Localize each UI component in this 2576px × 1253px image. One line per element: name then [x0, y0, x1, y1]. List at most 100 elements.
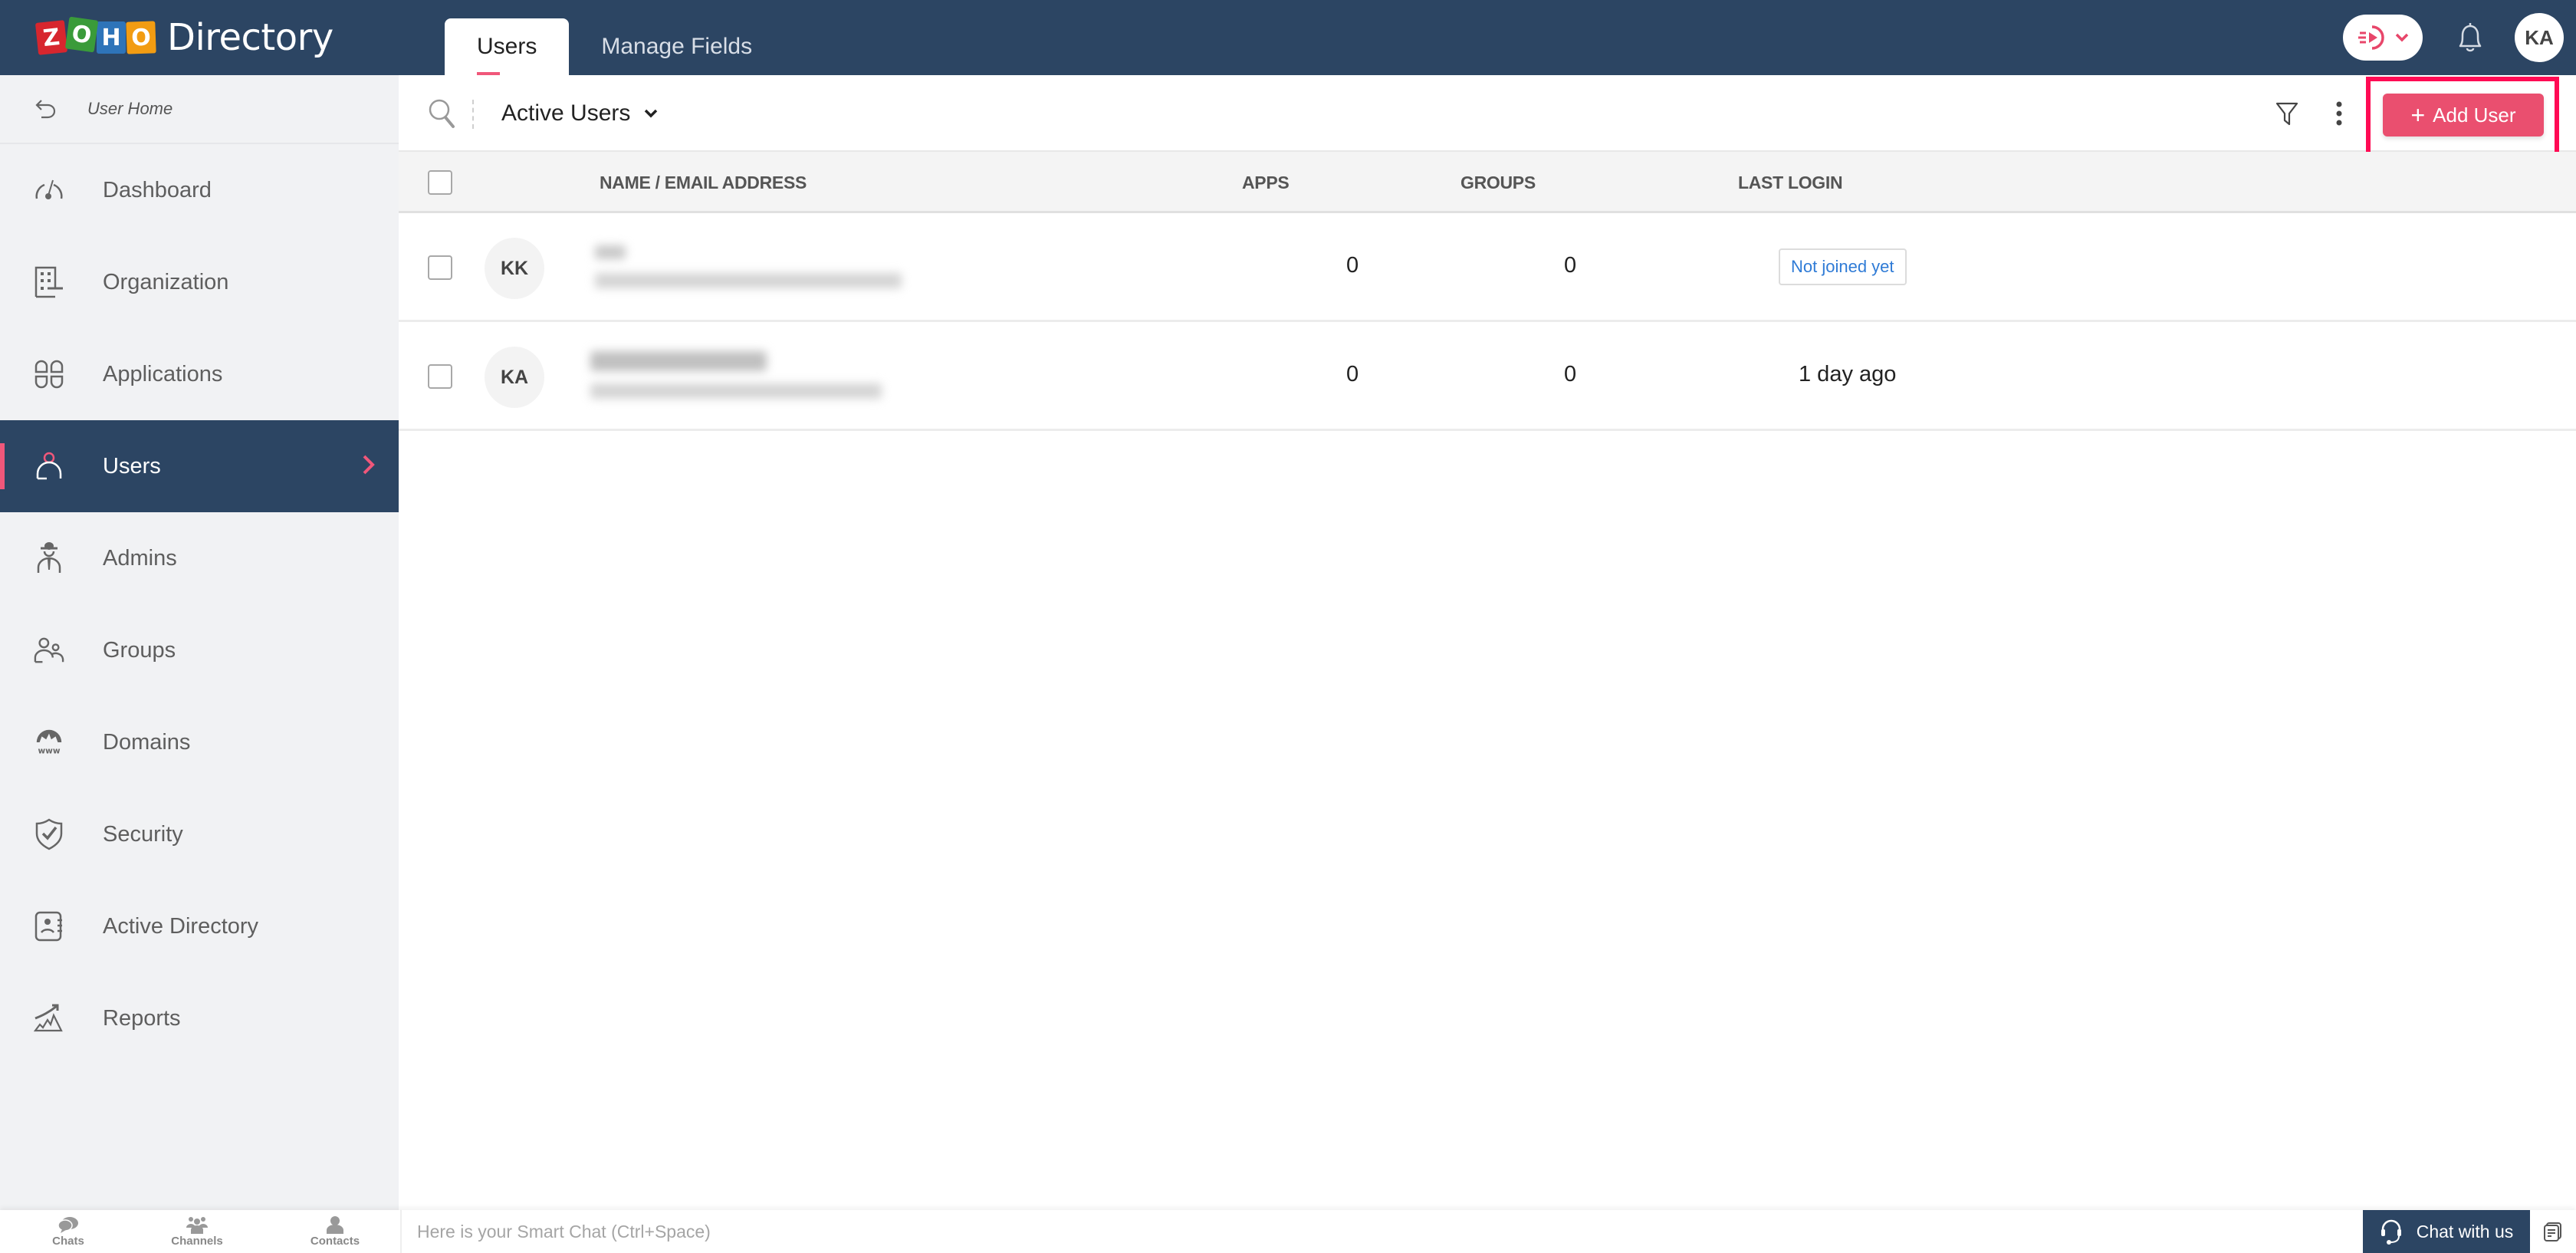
table-header: NAME / EMAIL ADDRESS APPS GROUPS LAST LO… [399, 152, 2576, 213]
sidebar-item-domains[interactable]: www Domains [0, 696, 399, 788]
bottombar-chats[interactable]: Chats [0, 1210, 136, 1253]
toolbar-divider [472, 100, 474, 129]
groups-count: 0 [1564, 362, 1577, 386]
avatar: KK [485, 238, 544, 299]
apps-grid-icon [34, 359, 64, 390]
logo-letter: O [126, 21, 156, 54]
user-home-link[interactable]: User Home [0, 75, 399, 144]
tab-users[interactable]: Users [445, 18, 570, 75]
apps-count: 0 [1346, 253, 1359, 278]
search-icon[interactable] [428, 98, 457, 129]
sidebar-item-reports[interactable]: Reports [0, 972, 399, 1064]
user-icon [34, 451, 64, 482]
bottombar-channels[interactable]: Channels [129, 1210, 265, 1253]
bottombar-label: Chats [52, 1235, 84, 1248]
sidebar-item-organization[interactable]: Organization [0, 236, 399, 328]
user-avatar[interactable]: KA [2515, 13, 2564, 62]
filter-icon[interactable] [2275, 101, 2298, 127]
timer-button[interactable] [2343, 15, 2423, 61]
shield-check-icon [34, 818, 64, 850]
sidebar-item-active-directory[interactable]: Active Directory [0, 880, 399, 972]
groups-count: 0 [1564, 253, 1577, 278]
group-icon [34, 635, 64, 666]
sidebar-item-label: Dashboard [103, 177, 212, 202]
main-content: Active Users + Add User NAME / EMAIL ADD… [399, 75, 2576, 1210]
avatar: KA [485, 347, 544, 408]
select-all-cell [428, 152, 452, 213]
chevron-down-icon [2395, 33, 2409, 42]
chat-with-us-button[interactable]: Chat with us [2363, 1210, 2530, 1253]
row-checkbox[interactable] [428, 255, 452, 280]
table-row[interactable]: KK 0 0 Not joined yet [399, 213, 2576, 322]
notes-icon[interactable] [2542, 1221, 2564, 1242]
column-header-apps[interactable]: APPS [1242, 152, 1290, 213]
chat-bubbles-icon [58, 1217, 78, 1233]
sidebar-item-label: Admins [103, 545, 177, 571]
sidebar-item-label: Security [103, 821, 183, 847]
list-toolbar: Active Users + Add User [399, 75, 2576, 157]
zoho-directory-logo[interactable]: Z O H O Directory [34, 14, 334, 61]
building-icon [34, 266, 64, 298]
notifications-button[interactable] [2447, 15, 2493, 61]
back-arrow-icon [35, 100, 56, 119]
chat-with-us-label: Chat with us [2416, 1221, 2514, 1241]
sidebar-item-label: Reports [103, 1005, 181, 1031]
top-header: Z O H O Directory Users Manage Fields KA [0, 0, 2576, 75]
zoho-logo-icon: Z O H O [34, 16, 156, 55]
sidebar-item-label: Groups [103, 637, 176, 663]
user-name-redacted [595, 245, 626, 259]
sidebar-item-users[interactable]: Users [0, 420, 399, 512]
status-badge: Not joined yet [1779, 248, 1907, 285]
sidebar-item-label: Users [103, 453, 161, 479]
sidebar-item-applications[interactable]: Applications [0, 328, 399, 420]
chart-trend-icon [34, 1003, 64, 1034]
sidebar-item-security[interactable]: Security [0, 788, 399, 880]
chevron-right-icon [363, 455, 375, 475]
sidebar-item-admins[interactable]: Admins [0, 512, 399, 604]
add-user-label: Add User [2433, 103, 2516, 127]
sidebar-item-groups[interactable]: Groups [0, 604, 399, 696]
plus-icon: + [2410, 100, 2426, 129]
sidebar-item-label: Active Directory [103, 913, 259, 939]
column-header-name[interactable]: NAME / EMAIL ADDRESS [600, 152, 807, 213]
column-header-last-login[interactable]: LAST LOGIN [1738, 152, 1843, 213]
product-name: Directory [167, 16, 334, 59]
bottombar-label: Contacts [310, 1235, 360, 1248]
tab-manage-fields[interactable]: Manage Fields [569, 18, 784, 75]
sidebar-item-label: Organization [103, 269, 229, 294]
sidebar-item-label: Domains [103, 729, 191, 755]
view-filter-dropdown[interactable]: Active Users [501, 95, 658, 132]
column-header-groups[interactable]: GROUPS [1460, 152, 1536, 213]
select-all-checkbox[interactable] [428, 170, 452, 195]
play-timer-icon [2358, 25, 2384, 50]
speedometer-icon [34, 175, 64, 206]
table-row[interactable]: KA 0 0 1 day ago [399, 322, 2576, 431]
apps-count: 0 [1346, 362, 1359, 386]
last-login-value: 1 day ago [1799, 362, 1897, 386]
bottom-chat-bar: Chats Channels Contacts Here is your Sma… [0, 1210, 2576, 1253]
contact-card-icon [34, 911, 64, 942]
channels-icon [186, 1217, 208, 1234]
user-email-redacted [590, 383, 882, 399]
admin-icon [34, 542, 64, 574]
user-name-redacted [590, 351, 767, 371]
sidebar: User Home Dashboard Organization Applica… [0, 75, 399, 1210]
header-actions: KA [2343, 0, 2576, 75]
logo-letter: H [97, 21, 126, 54]
chevron-down-icon [645, 109, 658, 118]
svg-text:www: www [38, 746, 60, 755]
row-checkbox[interactable] [428, 364, 452, 389]
globe-www-icon: www [34, 727, 64, 758]
bottombar-contacts[interactable]: Contacts [267, 1210, 403, 1253]
bell-icon [2459, 23, 2482, 52]
headset-icon [2380, 1219, 2401, 1245]
bottombar-label: Channels [171, 1235, 223, 1248]
contact-icon [327, 1216, 343, 1234]
smart-chat-input[interactable]: Here is your Smart Chat (Ctrl+Space) [400, 1210, 2363, 1253]
user-email-redacted [595, 273, 902, 288]
add-user-button[interactable]: + Add User [2383, 94, 2544, 136]
sidebar-item-dashboard[interactable]: Dashboard [0, 144, 399, 236]
more-options-icon[interactable] [2335, 101, 2343, 126]
logo-letter: O [64, 16, 99, 53]
view-filter-value: Active Users [501, 100, 631, 126]
